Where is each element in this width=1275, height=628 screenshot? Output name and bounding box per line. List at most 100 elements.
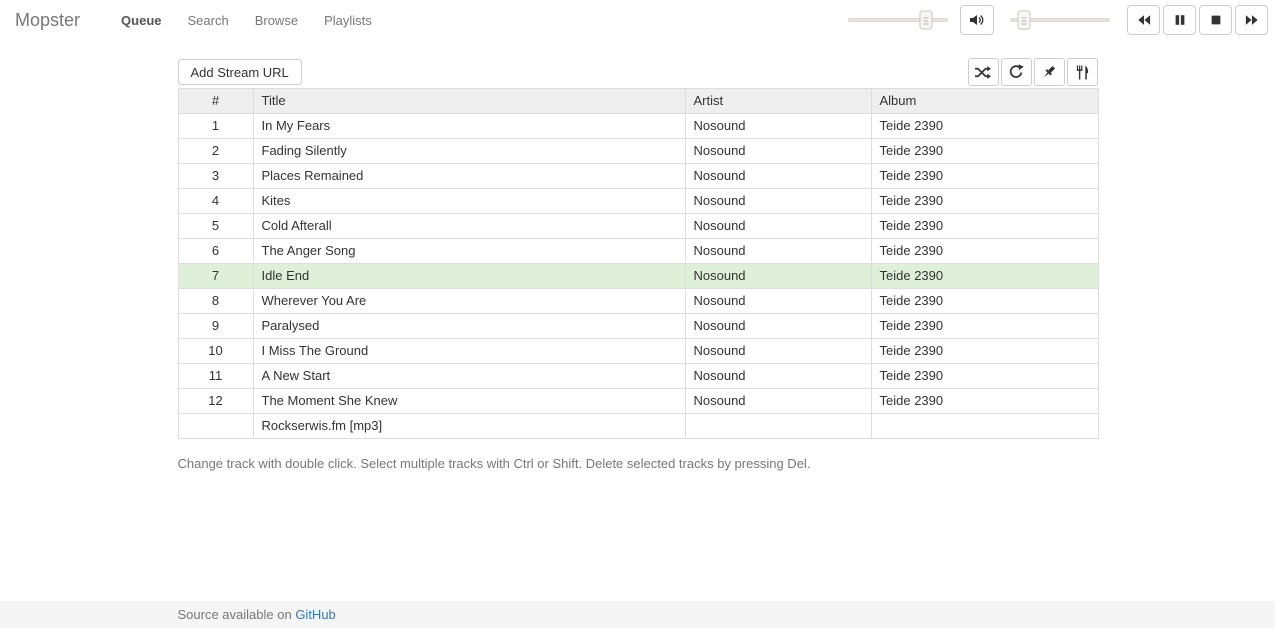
column-header-num: #	[178, 89, 253, 114]
queue-row[interactable]: 8Wherever You AreNosoundTeide 2390	[178, 289, 1098, 314]
cell-artist[interactable]: Nosound	[685, 289, 871, 314]
cell-artist[interactable]: Nosound	[685, 214, 871, 239]
cell-num[interactable]: 9	[178, 314, 253, 339]
nav-item-queue[interactable]: Queue	[108, 1, 174, 40]
cell-album[interactable]: Teide 2390	[871, 364, 1098, 389]
queue-row[interactable]: 3Places RemainedNosoundTeide 2390	[178, 164, 1098, 189]
cell-album[interactable]: Teide 2390	[871, 214, 1098, 239]
cell-title[interactable]: Wherever You Are	[253, 289, 685, 314]
cell-album[interactable]: Teide 2390	[871, 189, 1098, 214]
queue-table: #TitleArtistAlbum 1In My FearsNosoundTei…	[178, 88, 1099, 439]
cell-title[interactable]: Paralysed	[253, 314, 685, 339]
cell-artist[interactable]: Nosound	[685, 389, 871, 414]
cell-num[interactable]	[178, 414, 253, 439]
cell-title[interactable]: Places Remained	[253, 164, 685, 189]
cell-num[interactable]: 6	[178, 239, 253, 264]
pause-button[interactable]	[1163, 5, 1196, 35]
cell-artist[interactable]: Nosound	[685, 339, 871, 364]
cell-num[interactable]: 3	[178, 164, 253, 189]
cell-title[interactable]: The Moment She Knew	[253, 389, 685, 414]
cell-album[interactable]: Teide 2390	[871, 264, 1098, 289]
cell-artist[interactable]: Nosound	[685, 364, 871, 389]
repeat-button[interactable]	[1001, 58, 1032, 86]
brand[interactable]: Mopster	[15, 10, 80, 31]
repeat-icon	[1008, 64, 1024, 80]
cell-num[interactable]: 8	[178, 289, 253, 314]
position-slider-handle[interactable]	[920, 11, 933, 30]
cell-album[interactable]: Teide 2390	[871, 314, 1098, 339]
queue-row[interactable]: 1In My FearsNosoundTeide 2390	[178, 114, 1098, 139]
cell-num[interactable]: 7	[178, 264, 253, 289]
column-header-album: Album	[871, 89, 1098, 114]
cell-artist[interactable]: Nosound	[685, 264, 871, 289]
nav-item-queue-link[interactable]: Queue	[108, 1, 174, 40]
queue-row[interactable]: 7Idle EndNosoundTeide 2390	[178, 264, 1098, 289]
cell-title[interactable]: Idle End	[253, 264, 685, 289]
queue-row[interactable]: 10I Miss The GroundNosoundTeide 2390	[178, 339, 1098, 364]
queue-toolbar: Add Stream URL	[178, 58, 1098, 86]
queue-row[interactable]: 11A New StartNosoundTeide 2390	[178, 364, 1098, 389]
footer: Source available on GitHub	[0, 601, 1275, 628]
position-slider[interactable]	[848, 18, 948, 22]
nav-item-playlists-link[interactable]: Playlists	[311, 1, 385, 40]
github-link[interactable]: GitHub	[295, 607, 335, 622]
cell-num[interactable]: 11	[178, 364, 253, 389]
queue-row[interactable]: 12The Moment She KnewNosoundTeide 2390	[178, 389, 1098, 414]
cell-artist[interactable]: Nosound	[685, 114, 871, 139]
cell-num[interactable]: 1	[178, 114, 253, 139]
cell-title[interactable]: I Miss The Ground	[253, 339, 685, 364]
cell-title[interactable]: A New Start	[253, 364, 685, 389]
cell-artist[interactable]: Nosound	[685, 139, 871, 164]
mute-button[interactable]	[960, 5, 994, 35]
queue-row[interactable]: Rockserwis.fm [mp3]	[178, 414, 1098, 439]
cell-artist[interactable]: Nosound	[685, 164, 871, 189]
help-text: Change track with double click. Select m…	[178, 456, 1098, 471]
previous-button[interactable]	[1127, 5, 1160, 35]
cell-album[interactable]: Teide 2390	[871, 289, 1098, 314]
cell-artist[interactable]: Nosound	[685, 314, 871, 339]
nav-item-browse[interactable]: Browse	[242, 1, 311, 40]
nav-item-browse-link[interactable]: Browse	[242, 1, 311, 40]
cell-num[interactable]: 4	[178, 189, 253, 214]
cell-num[interactable]: 2	[178, 139, 253, 164]
queue-row[interactable]: 6The Anger SongNosoundTeide 2390	[178, 239, 1098, 264]
cell-title[interactable]: Cold Afterall	[253, 214, 685, 239]
cell-artist[interactable]	[685, 414, 871, 439]
cell-album[interactable]: Teide 2390	[871, 239, 1098, 264]
footer-text: Source available on	[178, 607, 296, 622]
add-stream-url-button[interactable]: Add Stream URL	[178, 59, 302, 85]
consume-button[interactable]	[1067, 58, 1098, 86]
cell-title[interactable]: In My Fears	[253, 114, 685, 139]
cell-album[interactable]: Teide 2390	[871, 114, 1098, 139]
cell-album[interactable]: Teide 2390	[871, 139, 1098, 164]
cell-title[interactable]: Fading Silently	[253, 139, 685, 164]
cell-album[interactable]	[871, 414, 1098, 439]
stop-button[interactable]	[1199, 5, 1232, 35]
cell-album[interactable]: Teide 2390	[871, 164, 1098, 189]
forward-icon	[1245, 13, 1259, 27]
column-header-artist: Artist	[685, 89, 871, 114]
cell-artist[interactable]: Nosound	[685, 239, 871, 264]
volume-slider[interactable]	[1010, 18, 1110, 22]
nav-item-search-link[interactable]: Search	[175, 1, 242, 40]
volume-slider-handle[interactable]	[1017, 11, 1030, 30]
nav-item-playlists[interactable]: Playlists	[311, 1, 385, 40]
cell-artist[interactable]: Nosound	[685, 189, 871, 214]
single-button[interactable]	[1034, 58, 1065, 86]
cell-title[interactable]: Kites	[253, 189, 685, 214]
queue-row[interactable]: 4KitesNosoundTeide 2390	[178, 189, 1098, 214]
cell-num[interactable]: 5	[178, 214, 253, 239]
nav-item-search[interactable]: Search	[175, 1, 242, 40]
queue-row[interactable]: 2Fading SilentlyNosoundTeide 2390	[178, 139, 1098, 164]
queue-row[interactable]: 5Cold AfterallNosoundTeide 2390	[178, 214, 1098, 239]
cell-title[interactable]: The Anger Song	[253, 239, 685, 264]
cell-album[interactable]: Teide 2390	[871, 339, 1098, 364]
next-button[interactable]	[1235, 5, 1268, 35]
cell-num[interactable]: 12	[178, 389, 253, 414]
cell-title[interactable]: Rockserwis.fm [mp3]	[253, 414, 685, 439]
cell-album[interactable]: Teide 2390	[871, 389, 1098, 414]
cell-num[interactable]: 10	[178, 339, 253, 364]
queue-table-header: #TitleArtistAlbum	[178, 89, 1098, 114]
queue-row[interactable]: 9ParalysedNosoundTeide 2390	[178, 314, 1098, 339]
shuffle-button[interactable]	[968, 58, 999, 86]
